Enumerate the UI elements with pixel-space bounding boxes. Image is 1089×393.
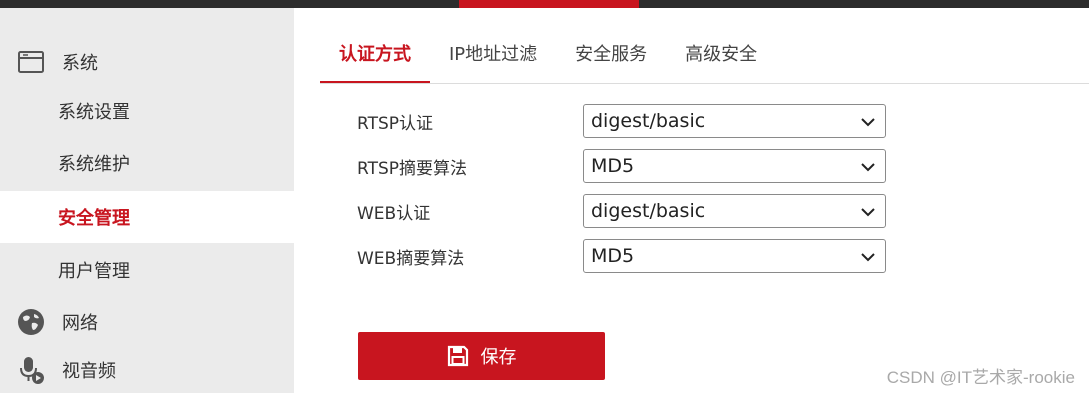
tab-bar: 认证方式 IP地址过滤 安全服务 高级安全 [320,34,776,84]
rtsp-digest-label: RTSP摘要算法 [357,158,468,179]
rtsp-auth-select[interactable]: digest/basic [583,104,886,138]
sidebar-item-user-management[interactable]: 用户管理 [0,244,294,296]
tab-ip-filter[interactable]: IP地址过滤 [430,34,556,84]
save-button-label: 保存 [480,347,517,368]
tab-label: 高级安全 [685,44,758,65]
chevron-down-icon [861,163,875,172]
tab-label: IP地址过滤 [449,44,538,65]
watermark: CSDN @IT艺术家-rookie [886,368,1075,387]
sidebar-item-audio-video[interactable]: 视音频 [0,344,294,393]
sidebar-item-network[interactable]: 网络 [0,296,294,348]
sidebar-item-system-maintenance[interactable]: 系统维护 [0,137,294,189]
web-auth-label: WEB认证 [357,203,431,224]
tab-advanced-security[interactable]: 高级安全 [666,34,776,84]
chevron-down-icon [861,118,875,127]
sidebar-item-label: 系统设置 [58,102,130,123]
select-value: digest/basic [591,110,706,132]
form-row-web-auth: WEB认证 digest/basic [357,194,887,228]
select-value: MD5 [591,155,635,177]
sidebar-item-system[interactable]: 系统 [0,36,294,88]
form-row-rtsp-digest: RTSP摘要算法 MD5 [357,149,887,183]
sidebar-item-label: 安全管理 [58,208,130,229]
form-row-rtsp-auth: RTSP认证 digest/basic [357,104,887,138]
globe-icon [16,307,46,337]
sidebar-item-system-settings[interactable]: 系统设置 [0,85,294,137]
top-bar-accent [459,0,639,8]
select-value: digest/basic [591,200,706,222]
window-icon [16,47,46,77]
web-auth-select[interactable]: digest/basic [583,194,886,228]
top-bar [0,0,1089,8]
microphone-icon [16,355,46,385]
save-button[interactable]: 保存 [358,332,605,380]
tab-security-service[interactable]: 安全服务 [556,34,666,84]
chevron-down-icon [861,253,875,262]
select-value: MD5 [591,245,635,267]
sidebar: 系统 系统设置 系统维护 安全管理 用户管理 网络 视音频 [0,8,294,393]
sidebar-item-label: 系统维护 [58,154,130,175]
form-row-web-digest: WEB摘要算法 MD5 [357,239,887,273]
rtsp-auth-label: RTSP认证 [357,113,434,134]
web-digest-select[interactable]: MD5 [583,239,886,273]
sidebar-item-label: 系统 [62,53,98,74]
tab-label: 安全服务 [575,44,648,65]
sidebar-item-label: 视音频 [62,361,116,382]
tab-label: 认证方式 [339,44,411,65]
rtsp-digest-select[interactable]: MD5 [583,149,886,183]
chevron-down-icon [861,208,875,217]
sidebar-item-security-management[interactable]: 安全管理 [0,191,294,243]
web-digest-label: WEB摘要算法 [357,248,465,269]
save-icon [447,345,468,367]
sidebar-item-label: 用户管理 [58,261,130,282]
tab-authentication[interactable]: 认证方式 [320,34,430,84]
sidebar-item-label: 网络 [62,313,98,334]
tab-divider [320,83,1089,84]
